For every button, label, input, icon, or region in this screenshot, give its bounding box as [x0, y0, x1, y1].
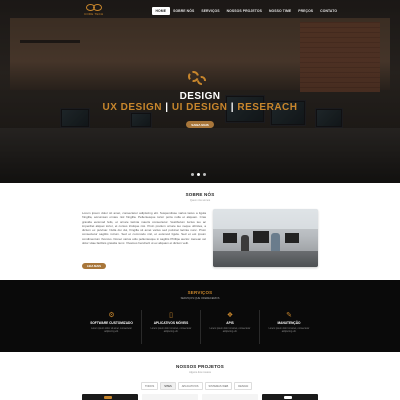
service-card[interactable]: ⚙ SOFTWARE CUSTOMIZADO Lorem ipsum dolor…	[82, 310, 141, 344]
project-thumbnail[interactable]	[82, 394, 138, 400]
menu-item-sobre-nos[interactable]: SOBRE NÓS	[170, 7, 198, 15]
slider-dot[interactable]	[191, 173, 194, 176]
hero-cta-button[interactable]: SAIBA MAIS	[186, 121, 214, 128]
logo-mark-icon	[85, 4, 102, 11]
main-menu: HOME SOBRE NÓS SERVIÇOS NOSSOS PROJETOS …	[152, 7, 341, 15]
filter-sistemas-web[interactable]: SISTEMAS WEB	[204, 382, 233, 390]
menu-item-nosso-time[interactable]: NOSSO TIME	[265, 7, 294, 15]
read-more-button[interactable]: LEIA MAIS	[82, 263, 106, 269]
section-subtitle: Alguns dos nossos	[189, 371, 211, 374]
menu-item-home[interactable]: HOME	[152, 7, 170, 15]
service-description: Lorem ipsum dolor sit amet, consectetur …	[209, 327, 251, 333]
menu-item-nossos-projetos[interactable]: NOSSOS PROJETOS	[223, 7, 265, 15]
hero-subtitle-separator: |	[162, 102, 172, 113]
section-subtitle: Quem nós somos	[189, 199, 211, 202]
project-thumbnail[interactable]	[142, 394, 198, 400]
service-card[interactable]: ▯ APLICATIVOS MÓVEIS Lorem ipsum dolor s…	[141, 310, 200, 344]
services-section: SERVIÇOS SERVIÇOS QUE OFERECEMOS ⚙ SOFTW…	[0, 280, 400, 352]
project-thumbnails	[82, 394, 318, 400]
services-grid: ⚙ SOFTWARE CUSTOMIZADO Lorem ipsum dolor…	[82, 310, 318, 344]
mobile-icon: ▯	[169, 312, 173, 319]
service-description: Lorem ipsum dolor sit amet, consectetur …	[91, 327, 132, 333]
about-image	[213, 209, 318, 267]
menu-item-servicos[interactable]: SERVIÇOS	[198, 7, 223, 15]
gears-icon	[186, 71, 210, 87]
filter-design[interactable]: DESIGN	[234, 382, 253, 390]
section-title: SOBRE NÓS	[185, 192, 215, 197]
service-name: SOFTWARE CUSTOMIZADO	[90, 321, 133, 325]
service-name: MANUTENÇÃO	[277, 321, 301, 325]
service-card[interactable]: ✎ MANUTENÇÃO Lorem ipsum dolor sit amet,…	[259, 310, 318, 344]
page: DESIGN UX DESIGN | UI DESIGN | RESERACH …	[0, 0, 400, 400]
brand-logo[interactable]: CODE TECH	[84, 4, 103, 16]
top-navbar: CODE TECH HOME SOBRE NÓS SERVIÇOS NOSSOS…	[0, 0, 400, 22]
service-card[interactable]: ❖ APIS Lorem ipsum dolor sit amet, conse…	[200, 310, 259, 344]
service-description: Lorem ipsum dolor sit amet, consectetur …	[150, 327, 192, 333]
slider-dots	[191, 173, 206, 176]
filter-sites[interactable]: SITES	[160, 382, 176, 390]
project-thumbnail[interactable]	[262, 394, 318, 400]
service-description: Lorem ipsum dolor sit amet, consectetur …	[268, 327, 310, 333]
filter-aplicativos[interactable]: APLICATIVOS	[177, 382, 203, 390]
about-section: SOBRE NÓS Quem nós somos Lorem ipsum dol…	[0, 183, 400, 280]
section-title: NOSSOS PROJETOS	[176, 364, 224, 369]
hero-subtitle-part: UI DESIGN	[171, 102, 228, 113]
project-filters: TODOS SITES APLICATIVOS SISTEMAS WEB DES…	[141, 382, 253, 390]
hero-subtitle: UX DESIGN | UI DESIGN | RESERACH	[0, 102, 400, 113]
about-paragraph: Lorem ipsum dolor sit amet, consectetur …	[82, 211, 206, 246]
filter-todos[interactable]: TODOS	[141, 382, 159, 390]
section-title: SERVIÇOS	[187, 290, 213, 295]
hero-subtitle-separator: |	[227, 102, 238, 113]
menu-item-precos[interactable]: PREÇOS	[295, 7, 317, 15]
gear-icon: ⚙	[108, 312, 115, 319]
slider-dot[interactable]	[203, 173, 206, 176]
slider-dot-active[interactable]	[197, 173, 200, 176]
section-subtitle: SERVIÇOS QUE OFERECEMOS	[180, 297, 220, 300]
wrench-icon: ✎	[286, 312, 292, 319]
hero-banner: DESIGN UX DESIGN | UI DESIGN | RESERACH …	[0, 0, 400, 183]
project-thumbnail[interactable]	[202, 394, 258, 400]
hero-title: DESIGN	[179, 91, 221, 102]
logo-text: CODE TECH	[84, 12, 104, 16]
hero-subtitle-part: RESERACH	[237, 102, 298, 113]
service-name: APLICATIVOS MÓVEIS	[153, 321, 189, 325]
hero-subtitle-part: UX DESIGN	[102, 102, 163, 113]
projects-section: NOSSOS PROJETOS Alguns dos nossos TODOS …	[0, 352, 400, 400]
service-name: APIS	[226, 321, 234, 325]
cube-icon: ❖	[226, 312, 234, 319]
menu-item-contato[interactable]: CONTATO	[317, 7, 341, 15]
